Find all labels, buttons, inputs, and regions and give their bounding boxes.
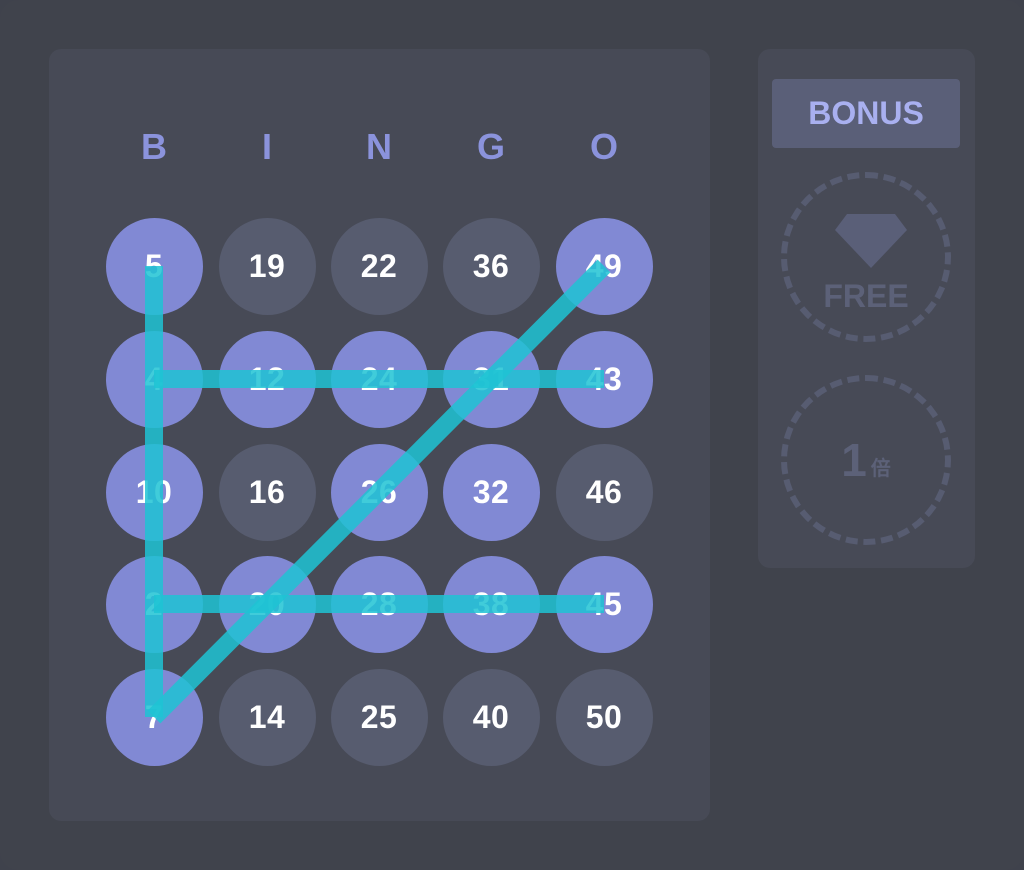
bonus-button[interactable]: BONUS	[772, 79, 960, 148]
bingo-cell-25[interactable]: 25	[330, 668, 428, 766]
bingo-cell-5[interactable]: 5	[105, 217, 203, 315]
bingo-cell-7[interactable]: 7	[105, 668, 203, 766]
bingo-cell-12[interactable]: 12	[218, 330, 316, 428]
bingo-cell-4[interactable]: 4	[105, 330, 203, 428]
bingo-cell-10[interactable]: 10	[105, 443, 203, 541]
bingo-cell-24[interactable]: 24	[330, 330, 428, 428]
multiplier-value: 1	[841, 434, 867, 486]
bingo-cell-28[interactable]: 28	[330, 555, 428, 653]
bingo-cell-22[interactable]: 22	[330, 217, 428, 315]
bingo-cell-20[interactable]: 20	[218, 555, 316, 653]
bingo-cell-19[interactable]: 19	[218, 217, 316, 315]
header-letter-1: B	[141, 126, 167, 167]
bingo-cell-50[interactable]: 50	[555, 668, 653, 766]
bingo-cell-2[interactable]: 2	[105, 555, 203, 653]
bingo-cell-36[interactable]: 36	[442, 217, 540, 315]
bingo-cell-45[interactable]: 45	[555, 555, 653, 653]
diamond-icon	[835, 214, 907, 268]
bingo-cell-31[interactable]: 31	[442, 330, 540, 428]
bingo-cell-43[interactable]: 43	[555, 330, 653, 428]
bingo-cell-14[interactable]: 14	[218, 668, 316, 766]
bingo-cell-26[interactable]: 26	[330, 443, 428, 541]
multiplier-unit: 倍	[870, 457, 891, 480]
header-letter-4: G	[476, 126, 505, 167]
multiplier-slot: 1 倍	[781, 375, 951, 545]
header-letter-2: I	[261, 126, 272, 167]
multiplier-display: 1 倍	[787, 381, 945, 539]
header-letter-3: N	[366, 126, 392, 167]
bingo-cell-46[interactable]: 46	[555, 443, 653, 541]
free-label: FREE	[823, 278, 909, 314]
bingo-cell-38[interactable]: 38	[442, 555, 540, 653]
bingo-cell-49[interactable]: 49	[555, 217, 653, 315]
bingo-cell-16[interactable]: 16	[218, 443, 316, 541]
bingo-cell-32[interactable]: 32	[442, 443, 540, 541]
bingo-cell-40[interactable]: 40	[442, 668, 540, 766]
free-slot: FREE	[781, 172, 951, 342]
header-letter-5: O	[589, 126, 618, 167]
